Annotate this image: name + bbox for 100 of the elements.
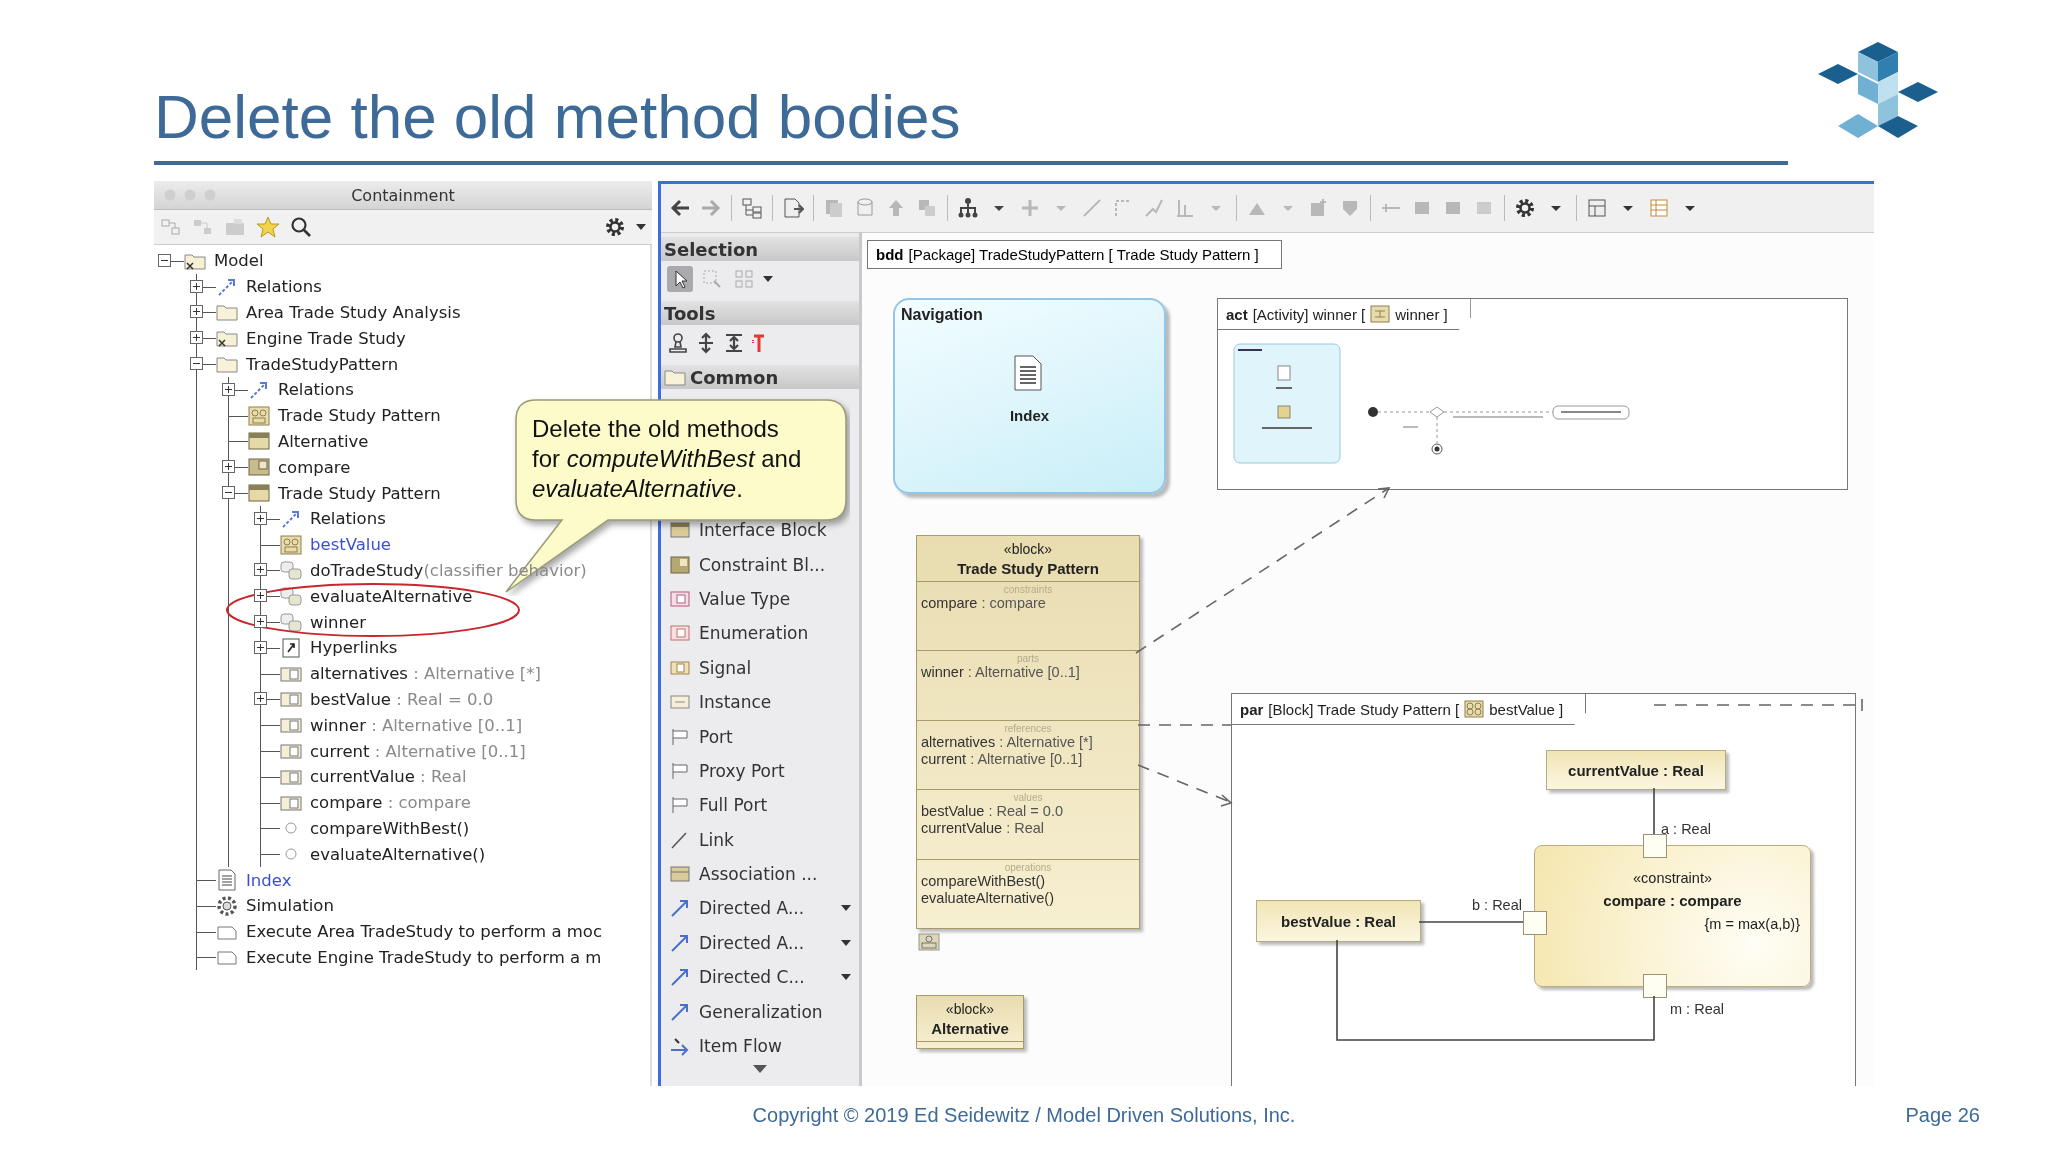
expand-toggle[interactable] (190, 279, 203, 293)
palette-item[interactable]: Interface Block (699, 520, 827, 541)
collapse-toggle[interactable] (222, 486, 235, 500)
palette-item[interactable]: Port (699, 726, 733, 747)
tree-item[interactable]: compareWithBest() (310, 818, 470, 838)
hierarchy-icon[interactable] (957, 197, 979, 219)
tree-item[interactable]: current : Alternative [0..1] (310, 741, 526, 761)
expand-toggle[interactable] (254, 563, 267, 577)
tree-item[interactable]: Index (246, 870, 292, 890)
tree-item[interactable]: Trade Study Pattern (278, 406, 441, 426)
compartment-entry: compare : compare (921, 595, 1047, 612)
tree-item[interactable]: Execute Area TradeStudy to perform a moc (246, 922, 603, 942)
palette-item[interactable]: Generalization (699, 1001, 823, 1022)
distribute-icon[interactable] (723, 332, 745, 354)
tree-item[interactable]: Area Trade Study Analysis (246, 303, 461, 322)
tree-item[interactable]: bestValue : Real = 0.0 (310, 689, 494, 709)
palette-item[interactable]: Enumeration (699, 623, 809, 644)
expand-toggle[interactable] (254, 692, 267, 706)
compartment-entry: currentValue : Real (921, 820, 1046, 838)
frame-keyword: act (1226, 305, 1248, 323)
caret-icon[interactable] (636, 223, 646, 231)
tree-item[interactable]: Engine Trade Study (246, 328, 406, 348)
expand-toggle[interactable] (190, 305, 203, 319)
palette-item[interactable]: Directed A... (699, 932, 805, 953)
expand-toggle[interactable] (254, 589, 267, 603)
palette-item[interactable]: Link (699, 829, 734, 850)
activity-icon (280, 559, 302, 582)
tree-item[interactable]: Relations (278, 380, 354, 400)
palette-item[interactable]: Directed A... (699, 898, 805, 919)
parametric-diagram-icon (1464, 700, 1485, 718)
caret-icon[interactable] (841, 973, 851, 982)
search-icon[interactable] (290, 216, 312, 238)
tree-item[interactable]: TradeStudyPattern (246, 354, 399, 374)
activity-diagram-icon (1370, 305, 1391, 323)
compartment-entry: winner : Alternative [0..1] (921, 664, 1081, 682)
tree-item[interactable]: Relations (310, 509, 386, 529)
tree-item[interactable]: winner : Alternative [0..1] (310, 715, 523, 735)
palette-item[interactable]: Directed C... (699, 967, 805, 988)
tree-icon[interactable] (741, 197, 763, 219)
expand-toggle[interactable] (222, 460, 235, 474)
document-icon[interactable] (782, 197, 804, 219)
tree-item[interactable]: Relations (246, 277, 322, 297)
palette-item[interactable]: Item Flow (699, 1036, 782, 1057)
block-name: Alternative (930, 1020, 1010, 1037)
frame-name: bestValue ] (1489, 700, 1564, 718)
tree-item[interactable]: alternatives : Alternative [*] (310, 664, 541, 684)
palette-section-header[interactable]: Selection (661, 237, 859, 261)
stamp-icon[interactable] (667, 332, 689, 354)
tree-item[interactable]: evaluateAlternative() (310, 844, 486, 864)
caret-icon[interactable] (763, 275, 773, 283)
expand-toggle[interactable] (254, 615, 267, 629)
constraint-block-icon (669, 553, 691, 576)
tree-item[interactable]: Trade Study Pattern (278, 483, 441, 503)
tree-item[interactable]: bestValue (310, 535, 391, 555)
collapse-toggle[interactable] (190, 357, 203, 371)
frame-context: [Activity] winner [ (1252, 305, 1366, 323)
constraint-name: compare : compare (1602, 892, 1743, 909)
expand-toggle[interactable] (222, 382, 235, 396)
palette-item[interactable]: Value Type (699, 588, 791, 609)
index-link[interactable]: Index (895, 407, 1164, 424)
expand-toggle[interactable] (254, 640, 267, 654)
tree-item[interactable]: compare : compare (310, 793, 471, 813)
star-icon[interactable] (256, 216, 280, 238)
caret-icon[interactable] (841, 904, 851, 913)
pointer-tool[interactable] (667, 266, 693, 292)
palette-item[interactable]: Signal (699, 657, 752, 678)
tree-item[interactable]: currentValue : Real (310, 767, 467, 787)
palette-item[interactable]: Instance (699, 692, 772, 713)
block-stereotype: «block» (1002, 541, 1054, 557)
palette-item[interactable]: Association ... (699, 864, 818, 885)
back-arrow-icon[interactable] (669, 197, 691, 219)
scroll-down-icon[interactable] (753, 1065, 767, 1075)
expand-toggle[interactable] (254, 511, 267, 525)
tree-item[interactable]: compare (278, 457, 351, 477)
settings-icon[interactable] (1514, 197, 1536, 219)
frame-keyword: bdd (876, 246, 904, 263)
tree-item[interactable]: Alternative (278, 431, 369, 451)
tree-item[interactable]: Execute Engine TradeStudy to perform a m (246, 947, 602, 967)
collapse-toggle[interactable] (158, 253, 171, 267)
settings-icon[interactable] (604, 216, 626, 238)
caret-icon[interactable] (841, 938, 851, 947)
tree-item[interactable]: evaluateAlternative (310, 586, 473, 606)
palette-item[interactable]: Constraint Bl... (699, 554, 826, 575)
constraint-expression: {m = max(a,b)} (1704, 916, 1800, 932)
tree-item[interactable]: Simulation (246, 896, 334, 916)
expand-toggle[interactable] (190, 331, 203, 345)
compartment-entry: evaluateAlternative() (921, 889, 1055, 907)
palette-item[interactable]: Proxy Port (699, 760, 785, 781)
palette-section-header[interactable]: Tools (661, 301, 859, 325)
tree-item[interactable]: Model (214, 251, 264, 271)
port (1643, 834, 1667, 858)
compartment-entry: alternatives : Alternative [*] (921, 733, 1094, 751)
navigation-title: Navigation (901, 306, 983, 324)
layout-icon[interactable] (1586, 197, 1608, 219)
frame-keyword: par (1240, 700, 1264, 718)
palette-item[interactable]: Full Port (699, 795, 768, 816)
text-tool-icon[interactable] (751, 332, 767, 354)
block-name: Trade Study Pattern (956, 560, 1100, 577)
tree-item[interactable]: winner (310, 612, 366, 632)
tree-item[interactable]: Hyperlinks (310, 638, 398, 658)
